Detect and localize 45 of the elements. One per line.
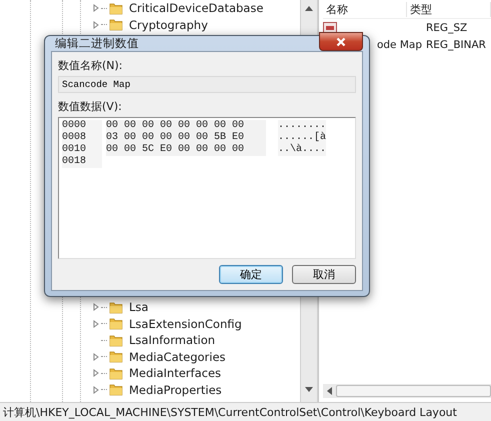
ascii-text: ........	[278, 120, 326, 132]
scroll-up-icon[interactable]	[305, 6, 313, 11]
offset-text: 0018	[62, 156, 102, 168]
tree-item[interactable]: MediaInterfaces	[129, 366, 222, 380]
tree-item[interactable]: Cryptography	[129, 18, 208, 32]
hex-bytes: 00 00 00 00 00 00 00 00	[106, 120, 266, 132]
value-name: ode Map	[376, 38, 422, 50]
ascii-text: ..\à....	[278, 144, 326, 156]
offset-text: 0010	[62, 144, 102, 156]
cancel-button[interactable]: 取消	[292, 265, 356, 284]
folder-icon	[109, 383, 123, 396]
offset-text: 0008	[62, 132, 102, 144]
tree-item[interactable]: LsaInformation	[129, 333, 216, 348]
input-field[interactable]: Scancode Map	[58, 76, 356, 93]
ok-button[interactable]: 确定	[219, 265, 283, 284]
scroll-left-icon[interactable]	[327, 387, 332, 395]
field-label: 数值名称(N):	[58, 58, 124, 73]
tree-item[interactable]: Lsa	[129, 300, 148, 314]
close-icon	[336, 36, 346, 46]
folder-icon	[109, 18, 123, 32]
ascii-text: ......[à	[278, 132, 326, 144]
scrollbar[interactable]	[323, 384, 491, 398]
tree-item[interactable]: LsaExtensionConfig	[129, 316, 242, 331]
column-header[interactable]: 类型	[407, 2, 491, 16]
close-button[interactable]	[319, 32, 363, 51]
field-label: 数值数据(V):	[58, 99, 123, 114]
tree-item[interactable]: MediaCategories	[129, 350, 226, 364]
value-type: REG_BINAR	[426, 38, 486, 50]
hex-bytes: 03 00 00 00 00 00 5B E0	[106, 132, 266, 144]
status-bar: 计算机\HKEY_LOCAL_MACHINE\SYSTEM\CurrentControlSet\Control\Keyboard Layout	[0, 402, 491, 421]
value-type: REG_SZ	[426, 22, 468, 34]
tree-item[interactable]: CriticalDeviceDatabase	[129, 1, 264, 16]
offset-text: 0000	[62, 120, 102, 132]
folder-icon	[109, 317, 123, 330]
folder-icon	[109, 334, 123, 347]
dialog-title: 编辑二进制数值	[55, 36, 139, 51]
hex-bytes: 00 00 5C E0 00 00 00 00	[106, 144, 266, 156]
folder-icon	[109, 350, 123, 364]
tree-item[interactable]: MediaProperties	[129, 382, 222, 397]
folder-icon	[109, 366, 123, 380]
hex-editor[interactable]: 0000 00 00 00 00 00 00 00 00 ........ 0008 03 00 00 00 00 00 5B E0 ......[à 0010 00 00 5C E0 00 00 00 00 ..\à.... 0018	[58, 117, 356, 259]
scroll-down-icon[interactable]	[305, 387, 313, 392]
folder-icon	[109, 300, 123, 314]
column-header[interactable]: 名称	[323, 2, 407, 16]
folder-icon	[109, 2, 123, 15]
